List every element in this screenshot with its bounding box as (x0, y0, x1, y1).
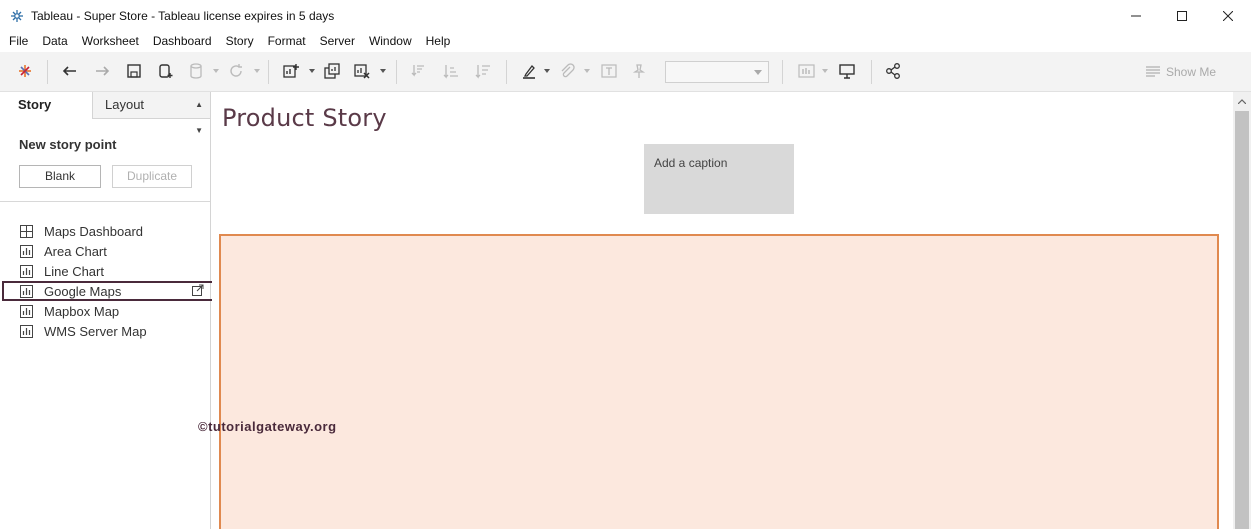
toolbar-separator (782, 60, 783, 84)
sheet-label: Google Maps (44, 283, 122, 299)
group-caret[interactable] (584, 69, 590, 73)
toolbar-separator (47, 60, 48, 84)
go-to-sheet-icon[interactable] (192, 284, 204, 299)
share-icon[interactable] (882, 60, 904, 82)
minimize-icon (1131, 15, 1141, 16)
watermark: ©tutorialgateway.org (198, 419, 337, 434)
maximize-button[interactable] (1159, 0, 1205, 31)
show-cards-caret[interactable] (822, 69, 828, 73)
menu-format[interactable]: Format (261, 31, 313, 52)
refresh-caret[interactable] (254, 69, 260, 73)
clear-sheet-icon[interactable] (351, 60, 373, 82)
chevron-down-icon (754, 70, 762, 75)
show-me-label: Show Me (1166, 65, 1217, 79)
redo-icon[interactable] (91, 60, 113, 82)
worksheet-icon (20, 284, 33, 298)
blank-button[interactable]: Blank (19, 165, 101, 188)
fit-dropdown[interactable] (665, 61, 769, 83)
sheet-item-wms-server-map[interactable]: WMS Server Map (0, 321, 210, 341)
menu-window[interactable]: Window (362, 31, 419, 52)
worksheet-icon (20, 264, 33, 278)
highlight-icon[interactable] (518, 60, 540, 82)
labels-icon[interactable] (598, 60, 620, 82)
menu-data[interactable]: Data (35, 31, 74, 52)
pause-updates-icon[interactable] (185, 60, 207, 82)
menu-server[interactable]: Server (313, 31, 362, 52)
group-icon[interactable] (556, 60, 578, 82)
story-side-panel: Story Layout ▲ ▼ New story point Blank Du… (0, 92, 214, 529)
story-point-caption[interactable]: Add a caption (644, 144, 794, 214)
worksheet-icon (20, 304, 33, 318)
window-title: Tableau - Super Store - Tableau license … (31, 8, 335, 23)
sheet-label: Area Chart (44, 243, 107, 259)
presentation-icon[interactable] (836, 60, 858, 82)
show-cards-icon[interactable] (796, 60, 818, 82)
tab-layout-label: Layout (105, 97, 145, 112)
toolbar-separator (506, 60, 507, 84)
story-title[interactable]: Product Story (222, 104, 387, 132)
sort-ascending-icon[interactable] (440, 60, 462, 82)
swap-icon[interactable] (408, 60, 430, 82)
toolbar-separator (396, 60, 397, 84)
tableau-app-icon (9, 8, 25, 24)
scroll-thumb[interactable] (1235, 111, 1249, 529)
maximize-icon (1177, 10, 1187, 21)
toolbar-separator (871, 60, 872, 84)
pin-icon[interactable] (628, 60, 650, 82)
undo-icon[interactable] (59, 60, 81, 82)
menu-dashboard[interactable]: Dashboard (146, 31, 219, 52)
duplicate-sheet-icon[interactable] (321, 60, 343, 82)
show-me-icon (1146, 66, 1160, 77)
duplicate-button[interactable]: Duplicate (112, 165, 192, 188)
sheet-label: Line Chart (44, 263, 104, 279)
tableau-logo-icon[interactable] (14, 60, 36, 82)
close-icon (1223, 10, 1233, 21)
new-worksheet-icon[interactable] (280, 60, 302, 82)
sheet-list: Maps Dashboard Area Chart Line Chart Goo… (0, 221, 214, 341)
sheet-label: Mapbox Map (44, 303, 120, 319)
new-story-point-heading: New story point (19, 137, 117, 152)
story-drop-area[interactable] (219, 234, 1219, 529)
show-me-button[interactable]: Show Me (1146, 62, 1216, 82)
minimize-button[interactable] (1113, 0, 1159, 31)
menu-file[interactable]: File (2, 31, 35, 52)
title-bar: Tableau - Super Store - Tableau license … (0, 0, 1251, 31)
pause-updates-caret[interactable] (213, 69, 219, 73)
sheet-item-mapbox-map[interactable]: Mapbox Map (0, 301, 210, 321)
new-worksheet-caret[interactable] (309, 69, 315, 73)
toolbar (0, 52, 1251, 92)
menu-bar: File Data Worksheet Dashboard Story Form… (0, 31, 1251, 52)
sort-descending-icon[interactable] (472, 60, 494, 82)
toolbar-separator (268, 60, 269, 84)
menu-help[interactable]: Help (419, 31, 458, 52)
story-canvas: Product Story Add a caption (212, 92, 1233, 529)
sheet-label: Maps Dashboard (44, 223, 143, 239)
new-data-source-icon[interactable] (155, 60, 177, 82)
sheet-item-google-maps[interactable]: Google Maps (2, 281, 214, 301)
tab-stepper-icon[interactable]: ▲ ▼ (195, 92, 203, 144)
caption-placeholder: Add a caption (654, 156, 728, 170)
menu-story[interactable]: Story (219, 31, 261, 52)
tab-layout[interactable]: Layout ▲ ▼ (93, 92, 210, 135)
menu-worksheet[interactable]: Worksheet (75, 31, 146, 52)
sheet-item-maps-dashboard[interactable]: Maps Dashboard (0, 221, 210, 241)
panel-divider (0, 201, 210, 202)
clear-sheet-caret[interactable] (380, 69, 386, 73)
worksheet-icon (20, 244, 33, 258)
sheet-label: WMS Server Map (44, 323, 147, 339)
panel-tabs: Story Layout ▲ ▼ (0, 92, 210, 135)
save-icon[interactable] (123, 60, 145, 82)
window-controls (1113, 0, 1251, 31)
tab-story[interactable]: Story (0, 92, 93, 119)
highlight-caret[interactable] (544, 69, 550, 73)
dashboard-icon (20, 224, 33, 238)
sheet-item-line-chart[interactable]: Line Chart (0, 261, 210, 281)
sheet-item-area-chart[interactable]: Area Chart (0, 241, 210, 261)
close-button[interactable] (1205, 0, 1251, 31)
vertical-scrollbar[interactable] (1233, 92, 1251, 529)
chevron-up-icon (1238, 98, 1246, 104)
refresh-icon[interactable] (225, 60, 247, 82)
worksheet-icon (20, 324, 33, 338)
scroll-up-button[interactable] (1233, 92, 1251, 110)
